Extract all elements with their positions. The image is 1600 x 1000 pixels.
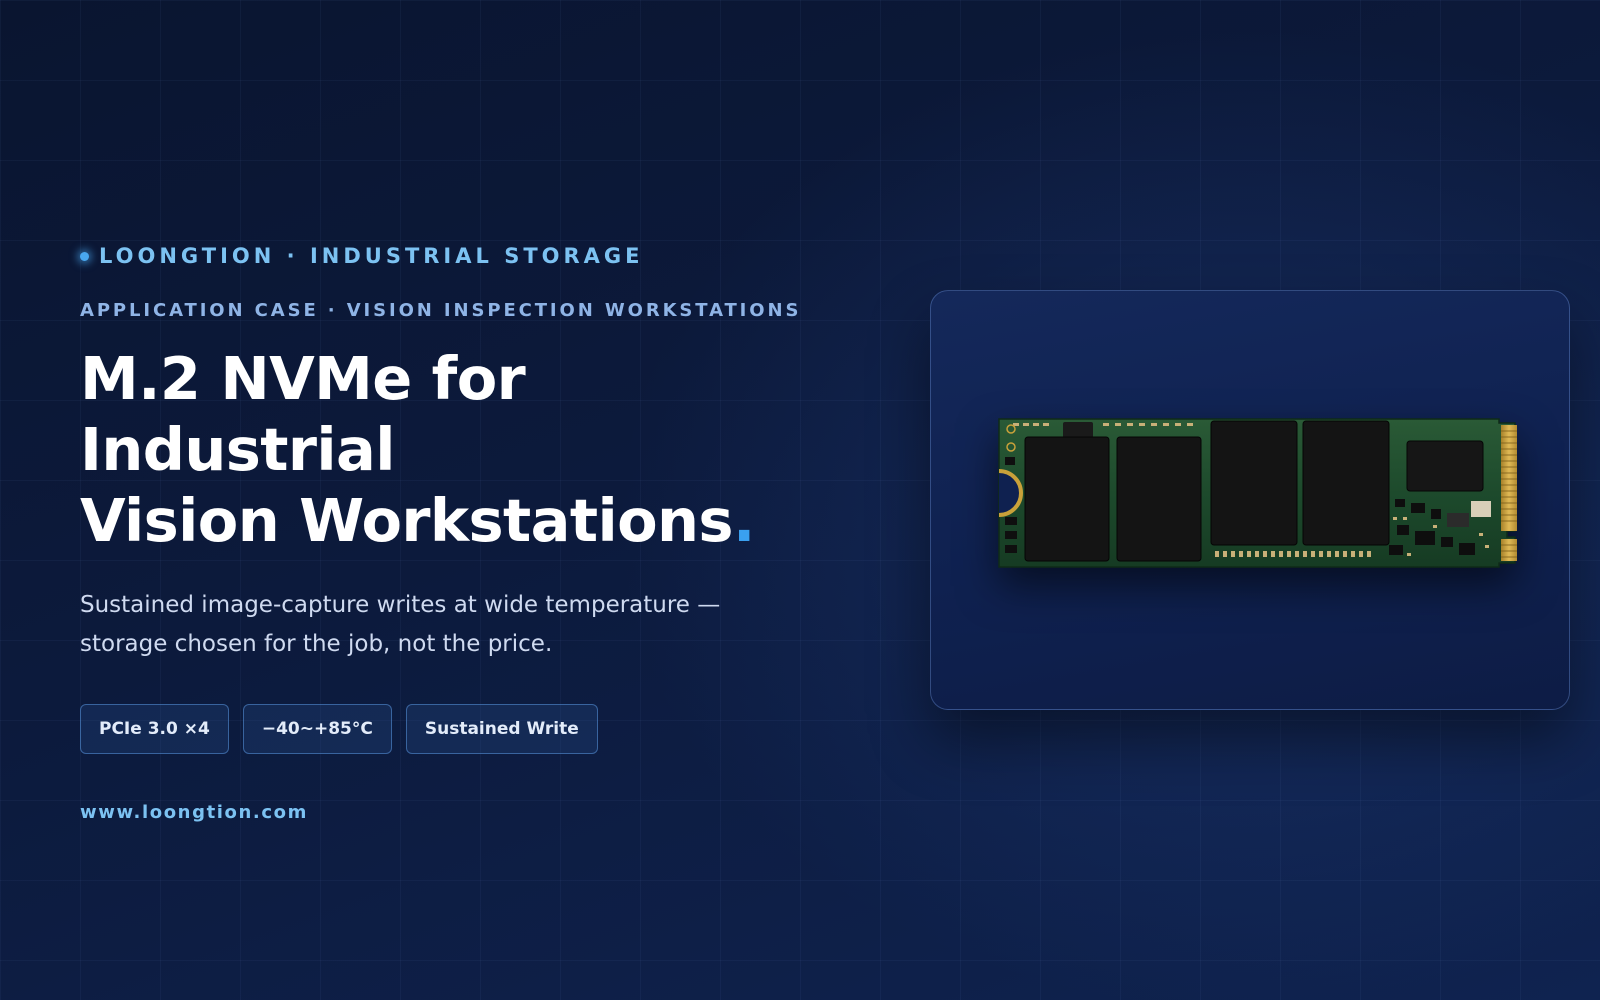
page-title: M.2 NVMe for Industrial Vision Workstati…	[80, 343, 840, 556]
lede-line-2: storage chosen for the job, not the pric…	[80, 631, 553, 657]
brand-label: LOONGTION · INDUSTRIAL STORAGE	[99, 244, 644, 268]
title-line-1: M.2 NVMe for Industrial	[80, 344, 526, 484]
spec-chips: PCIe 3.0 ×4 −40~+85°C Sustained Write	[80, 704, 840, 754]
brand-row: LOONGTION · INDUSTRIAL STORAGE	[80, 240, 840, 272]
eyebrow-label: APPLICATION CASE · VISION INSPECTION WOR…	[80, 300, 802, 321]
ssd-image	[993, 413, 1523, 577]
status-dot-icon	[80, 251, 89, 261]
chip-temperature: −40~+85°C	[242, 704, 392, 754]
lede-text: Sustained image-capture writes at wide t…	[80, 586, 760, 664]
chip-interface: PCIe 3.0 ×4	[80, 704, 229, 754]
product-card	[930, 290, 1570, 710]
lede-line-1: Sustained image-capture writes at wide t…	[80, 592, 721, 618]
title-line-2: Vision Workstations	[80, 486, 734, 555]
m2-ssd-icon	[998, 418, 1517, 568]
hero-text: LOONGTION · INDUSTRIAL STORAGE APPLICATI…	[80, 240, 840, 823]
title-accent-mark: .	[732, 486, 755, 555]
website-link[interactable]: www.loongtion.com	[80, 802, 840, 823]
chip-sustained-write: Sustained Write	[405, 704, 598, 754]
